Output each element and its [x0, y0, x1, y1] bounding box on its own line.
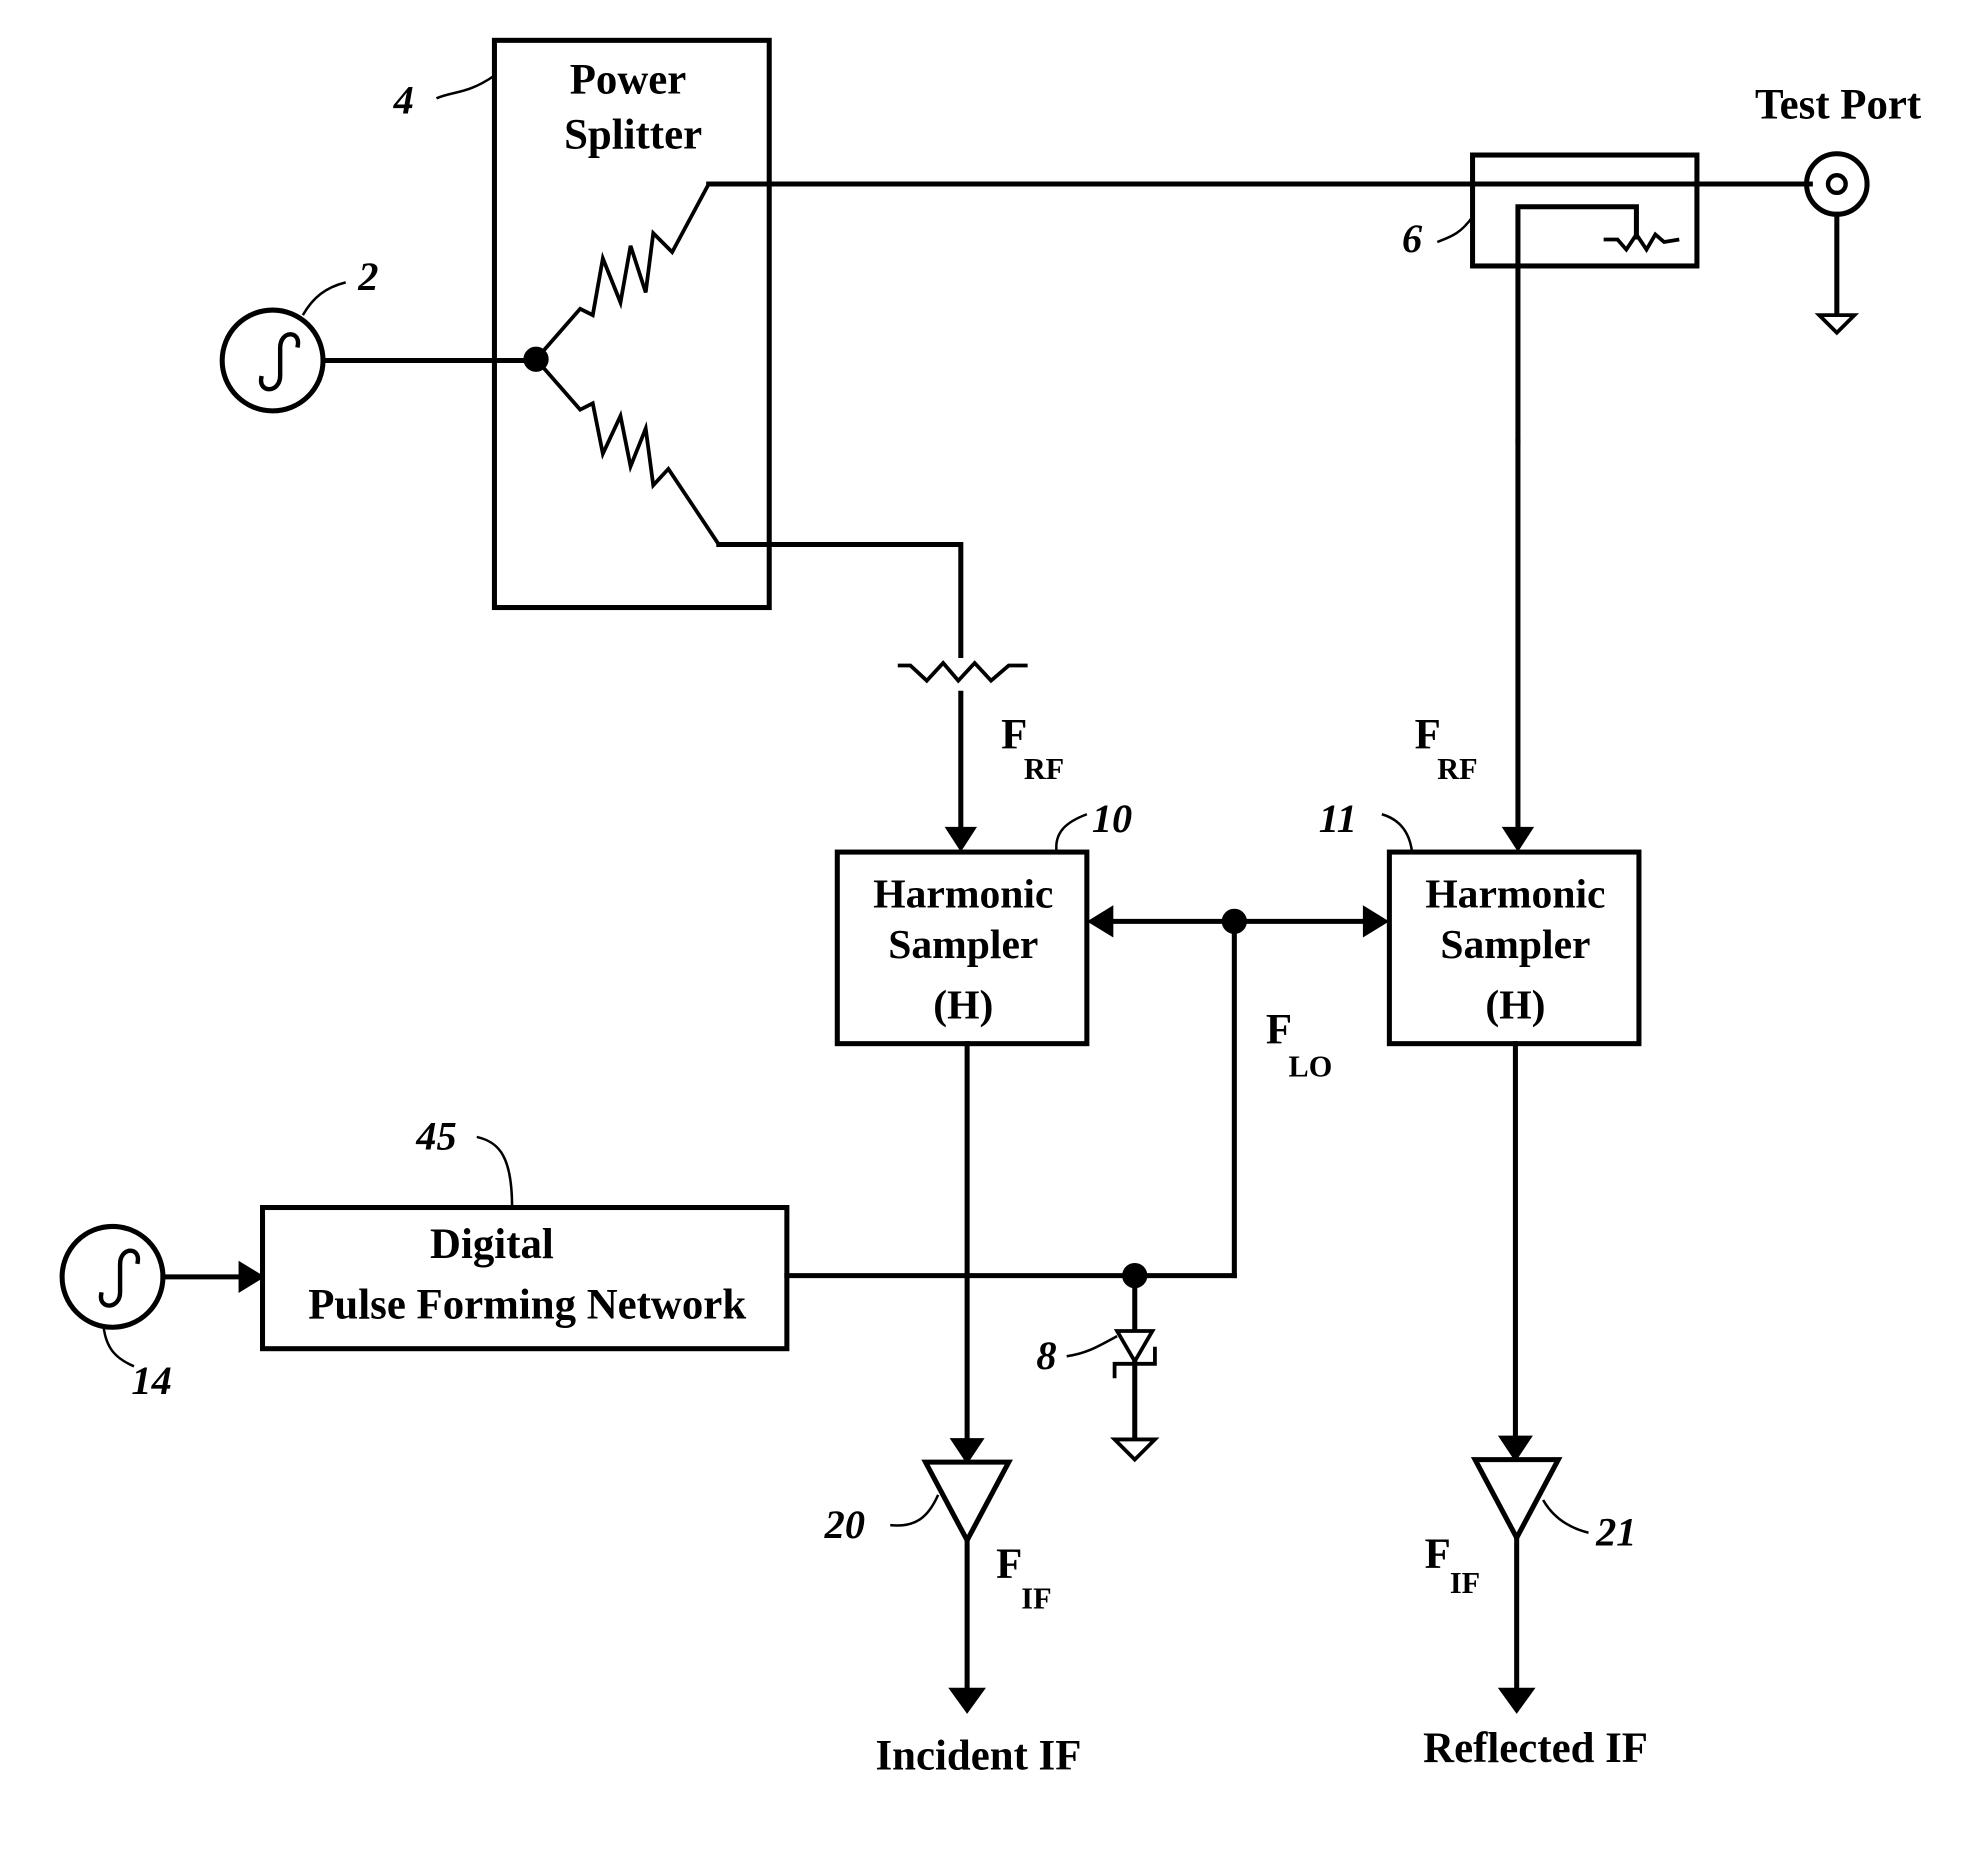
ref-label-11: 11	[1319, 796, 1357, 841]
arrow-down-icon	[949, 1438, 985, 1465]
flo-sub: LO	[1289, 1049, 1333, 1083]
hs11-label-2: Sampler	[1440, 921, 1590, 967]
frf-left-sub: RF	[1024, 752, 1064, 786]
arrow-right-icon	[238, 1260, 265, 1293]
ref-leader-6	[1436, 216, 1474, 244]
arrow-down-icon	[944, 826, 977, 852]
frf-right-sub: RF	[1437, 752, 1477, 786]
arrow-down-icon	[1501, 826, 1535, 852]
hs11-label-1: Harmonic	[1425, 871, 1605, 917]
arrow-right-icon	[1362, 905, 1390, 938]
sine-source-icon	[98, 1248, 140, 1308]
ref-leader-11	[1381, 813, 1414, 853]
lo-source-circle	[59, 1223, 166, 1330]
power-splitter-block: Power Splitter	[491, 37, 772, 611]
fif-left-sub: IF	[1021, 1581, 1051, 1615]
coupler-termination-resistor-icon	[1603, 231, 1680, 254]
hs10-label-2: Sampler	[888, 921, 1038, 967]
arrow-down-icon	[1497, 1435, 1533, 1462]
ref-label-45: 45	[415, 1114, 456, 1159]
amplifier-incident-icon	[921, 1459, 1013, 1546]
ref-leader-4	[435, 74, 496, 100]
coaxial-port-center	[1825, 172, 1848, 196]
attenuator-resistor-icon	[897, 660, 1028, 684]
ref-label-10: 10	[1092, 796, 1132, 841]
ref-leader-2	[301, 281, 347, 316]
test-port[interactable]	[1804, 151, 1870, 336]
arrow-down-icon	[1497, 1687, 1536, 1714]
ref-label-8: 8	[1036, 1333, 1056, 1378]
ref-leader-20	[890, 1494, 940, 1527]
amplifier-reflected-icon	[1470, 1457, 1563, 1544]
ref-leader-14	[102, 1327, 135, 1368]
harmonic-sampler-incident: Harmonic Sampler (H)	[834, 849, 1090, 1047]
coupler-box	[1470, 152, 1700, 269]
ground-icon	[1814, 313, 1860, 336]
ref-leader-21	[1542, 1499, 1589, 1534]
pulse-forming-network-block: Digital Pulse Forming Network	[259, 1204, 790, 1352]
flo-main: F	[1266, 1007, 1292, 1054]
ref-label-14: 14	[131, 1358, 171, 1403]
incident-if-label: Incident IF	[875, 1733, 1081, 1780]
fif-left-main: F	[996, 1541, 1022, 1588]
power-splitter-label-1: Power	[570, 56, 687, 103]
ground-icon	[1110, 1437, 1160, 1463]
diode-icon	[1113, 1329, 1156, 1366]
pfn-label-2: Pulse Forming Network	[308, 1281, 746, 1328]
fif-right-main: F	[1425, 1531, 1451, 1578]
reflected-if-label: Reflected IF	[1423, 1725, 1648, 1772]
coaxial-port-icon[interactable]	[1804, 151, 1870, 217]
rf-source-circle	[219, 307, 326, 414]
ref-leader-10	[1055, 813, 1088, 853]
hs10-label-1: Harmonic	[873, 871, 1053, 917]
harmonic-sampler-reflected: Harmonic Sampler (H)	[1386, 849, 1642, 1047]
hs10-label-3: (H)	[933, 981, 993, 1028]
ref-label-20: 20	[824, 1502, 865, 1547]
test-port-label: Test Port	[1755, 81, 1922, 128]
arrow-left-icon	[1086, 905, 1114, 938]
circuit-diagram: Power Splitter 4 2 6 Test Port F RF F RF…	[59, 37, 1922, 1780]
diode	[1110, 1273, 1160, 1463]
ref-label-2: 2	[357, 254, 378, 299]
pfn-label-1: Digital	[430, 1221, 554, 1268]
directional-coupler	[1470, 152, 1700, 444]
ref-leader-8	[1066, 1334, 1118, 1358]
rf-source	[219, 307, 539, 414]
arrow-down-icon	[948, 1687, 986, 1714]
ref-label-6: 6	[1402, 216, 1423, 261]
power-splitter-label-2: Splitter	[564, 112, 702, 159]
ref-label-21: 21	[1595, 1509, 1636, 1554]
ref-label-4: 4	[393, 77, 414, 122]
lo-source	[59, 1223, 265, 1330]
sine-source-icon	[259, 332, 301, 392]
ref-leader-45	[476, 1135, 514, 1208]
hs11-label-3: (H)	[1485, 981, 1545, 1028]
fif-right-sub: IF	[1450, 1566, 1480, 1600]
